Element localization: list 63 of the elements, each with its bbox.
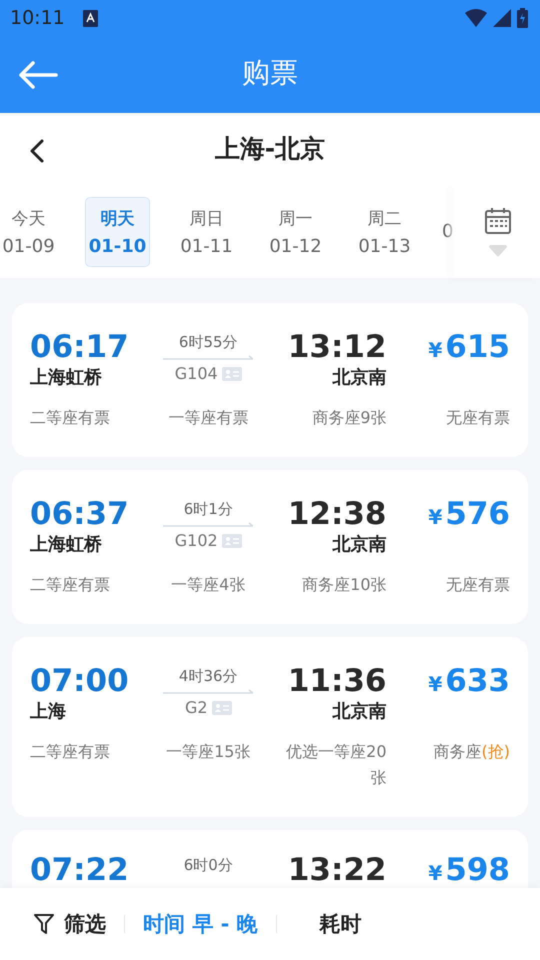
train-number: G102 — [174, 530, 218, 552]
train-card[interactable]: 07:22 6时0分 13:22 ¥598 — [12, 830, 528, 888]
departure-time: 07:22 — [30, 852, 129, 888]
date-tab[interactable]: 周二 01-13 — [352, 196, 417, 266]
back-icon[interactable] — [18, 60, 58, 90]
signal-icon — [493, 9, 511, 27]
filter-icon — [34, 913, 54, 935]
sort-button[interactable]: 耗时 — [290, 904, 391, 944]
status-time: 10:11 — [10, 7, 65, 29]
train-card[interactable]: 06:17 上海虹桥 6时55分 G104 13:12 北京南 ¥615 二等座有票 一等座有票 商务座9张 无座有票 — [12, 303, 528, 457]
arrival-station: 北京南 — [331, 533, 386, 557]
seat-availability: 二等座有票 — [30, 741, 110, 763]
route-title: 上海-北京 — [214, 134, 326, 163]
arrival-station: 北京南 — [331, 366, 386, 390]
train-number: G2 — [184, 697, 208, 719]
seat-availability: 二等座有票 — [30, 407, 110, 429]
arrival-time: 13:22 — [288, 852, 386, 888]
seat-availability: 优选一等座20张 — [285, 741, 386, 789]
date-tab[interactable]: 明天 01-10 — [85, 196, 150, 266]
date-tab[interactable]: 0 — [441, 196, 454, 266]
arrival-time: 13:12 — [288, 329, 386, 365]
trip-duration: 6时55分 — [178, 332, 238, 353]
date-tab[interactable]: 周一 01-12 — [263, 196, 328, 266]
trip-duration: 6时0分 — [184, 855, 233, 876]
sort-button[interactable]: 时间 早 - 晚 — [139, 904, 262, 944]
departure-station: 上海虹桥 — [30, 533, 103, 557]
seat-availability: 商务座(抢) — [434, 741, 510, 763]
seat-availability: 一等座4张 — [171, 574, 246, 596]
seat-availability: 商务座10张 — [302, 574, 386, 596]
seat-availability: 商务座9张 — [312, 407, 386, 429]
departure-station: 上海 — [30, 700, 67, 724]
date-tab[interactable]: 周日 01-11 — [174, 196, 239, 266]
ticket-price: ¥598 — [428, 852, 510, 888]
ticket-price: ¥633 — [428, 663, 510, 699]
arrival-station: 北京南 — [331, 700, 386, 724]
trip-duration: 6时1分 — [184, 499, 233, 520]
id-card-icon — [222, 534, 242, 548]
id-card-icon — [212, 701, 232, 715]
arrival-time: 11:36 — [288, 663, 386, 699]
filter-button[interactable]: 筛选 — [30, 904, 110, 944]
departure-time: 07:00 — [30, 663, 129, 699]
seat-availability: 一等座15张 — [166, 741, 250, 763]
departure-time: 06:17 — [30, 329, 129, 365]
wifi-icon — [465, 9, 487, 27]
date-tab[interactable]: 今天 01-09 — [0, 196, 61, 266]
seat-availability: 二等座有票 — [30, 574, 110, 596]
arrival-time: 12:38 — [288, 496, 386, 532]
page-title: 购票 — [242, 55, 298, 91]
departure-station: 上海虹桥 — [30, 366, 103, 390]
train-number: G104 — [174, 363, 218, 385]
train-card[interactable]: 06:37 上海虹桥 6时1分 G102 12:38 北京南 ¥576 二等座有票 一等座4张 商务座10张 无座有票 — [12, 470, 528, 624]
ticket-price: ¥576 — [428, 496, 510, 532]
id-card-icon — [222, 367, 242, 381]
ticket-price: ¥615 — [428, 329, 510, 365]
battery-icon — [517, 8, 528, 28]
seat-availability: 无座有票 — [446, 574, 510, 596]
calendar-icon[interactable] — [484, 206, 512, 234]
seat-availability: 无座有票 — [446, 407, 510, 429]
departure-time: 06:37 — [30, 496, 129, 532]
train-card[interactable]: 07:00 上海 4时36分 G2 11:36 北京南 ¥633 二等座有票 一等座15张 优选一等座20张 商务座(抢) — [12, 637, 528, 817]
seat-availability: 一等座有票 — [168, 407, 248, 429]
trip-duration: 4时36分 — [178, 666, 238, 687]
keyboard-icon — [82, 10, 98, 26]
